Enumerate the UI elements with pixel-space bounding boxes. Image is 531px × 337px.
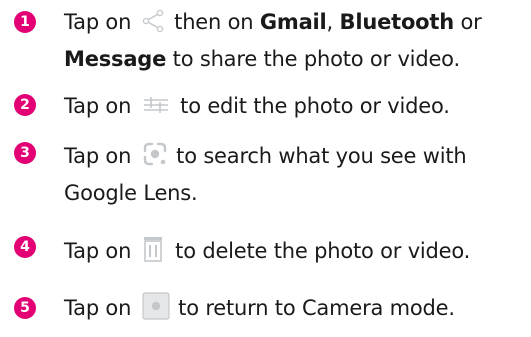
edit-sliders-icon (143, 95, 169, 115)
step-text-part: to return to Camera mode. (178, 296, 455, 320)
separator: , (326, 10, 334, 34)
step-text: Tap on to search what you see with Googl… (64, 138, 524, 212)
step-text-part: Tap on (64, 239, 132, 263)
step-text: Tap on to edit the photo or video. (64, 88, 524, 125)
step-text-part: Tap on (64, 94, 132, 118)
step-number-badge: 5 (14, 297, 36, 319)
google-lens-icon (142, 141, 168, 167)
step-text-part: to edit the photo or video. (180, 94, 450, 118)
gmail-label: Gmail (259, 10, 327, 34)
step-text-part: to delete the photo or video. (175, 239, 471, 263)
step-text: Tap on to delete the photo or video. (64, 233, 524, 270)
step-text: Tap on then on Gmail, Bluetooth or Messa… (64, 4, 524, 78)
step-text-part: then on (174, 10, 254, 34)
share-icon (141, 9, 165, 33)
step-text: Tap on to return to Camera mode. (64, 290, 524, 327)
step-text-part: to search what you see with (176, 144, 467, 168)
message-label: Message (64, 47, 167, 71)
step-text-part: Tap on (64, 296, 132, 320)
bluetooth-label: Bluetooth (339, 10, 455, 34)
step-text-part: Tap on (64, 10, 132, 34)
step-number-badge: 2 (14, 94, 36, 116)
step-text-part: to share the photo or video. (172, 47, 460, 71)
step-text-part: Tap on (64, 144, 132, 168)
step-number-badge: 4 (14, 236, 36, 258)
trash-icon (143, 236, 163, 262)
step-number-badge: 1 (14, 11, 36, 33)
camera-icon (142, 292, 170, 320)
step-number-badge: 3 (14, 142, 36, 164)
step-text-part: or (460, 10, 482, 34)
step-text-part: Google Lens. (64, 181, 198, 205)
